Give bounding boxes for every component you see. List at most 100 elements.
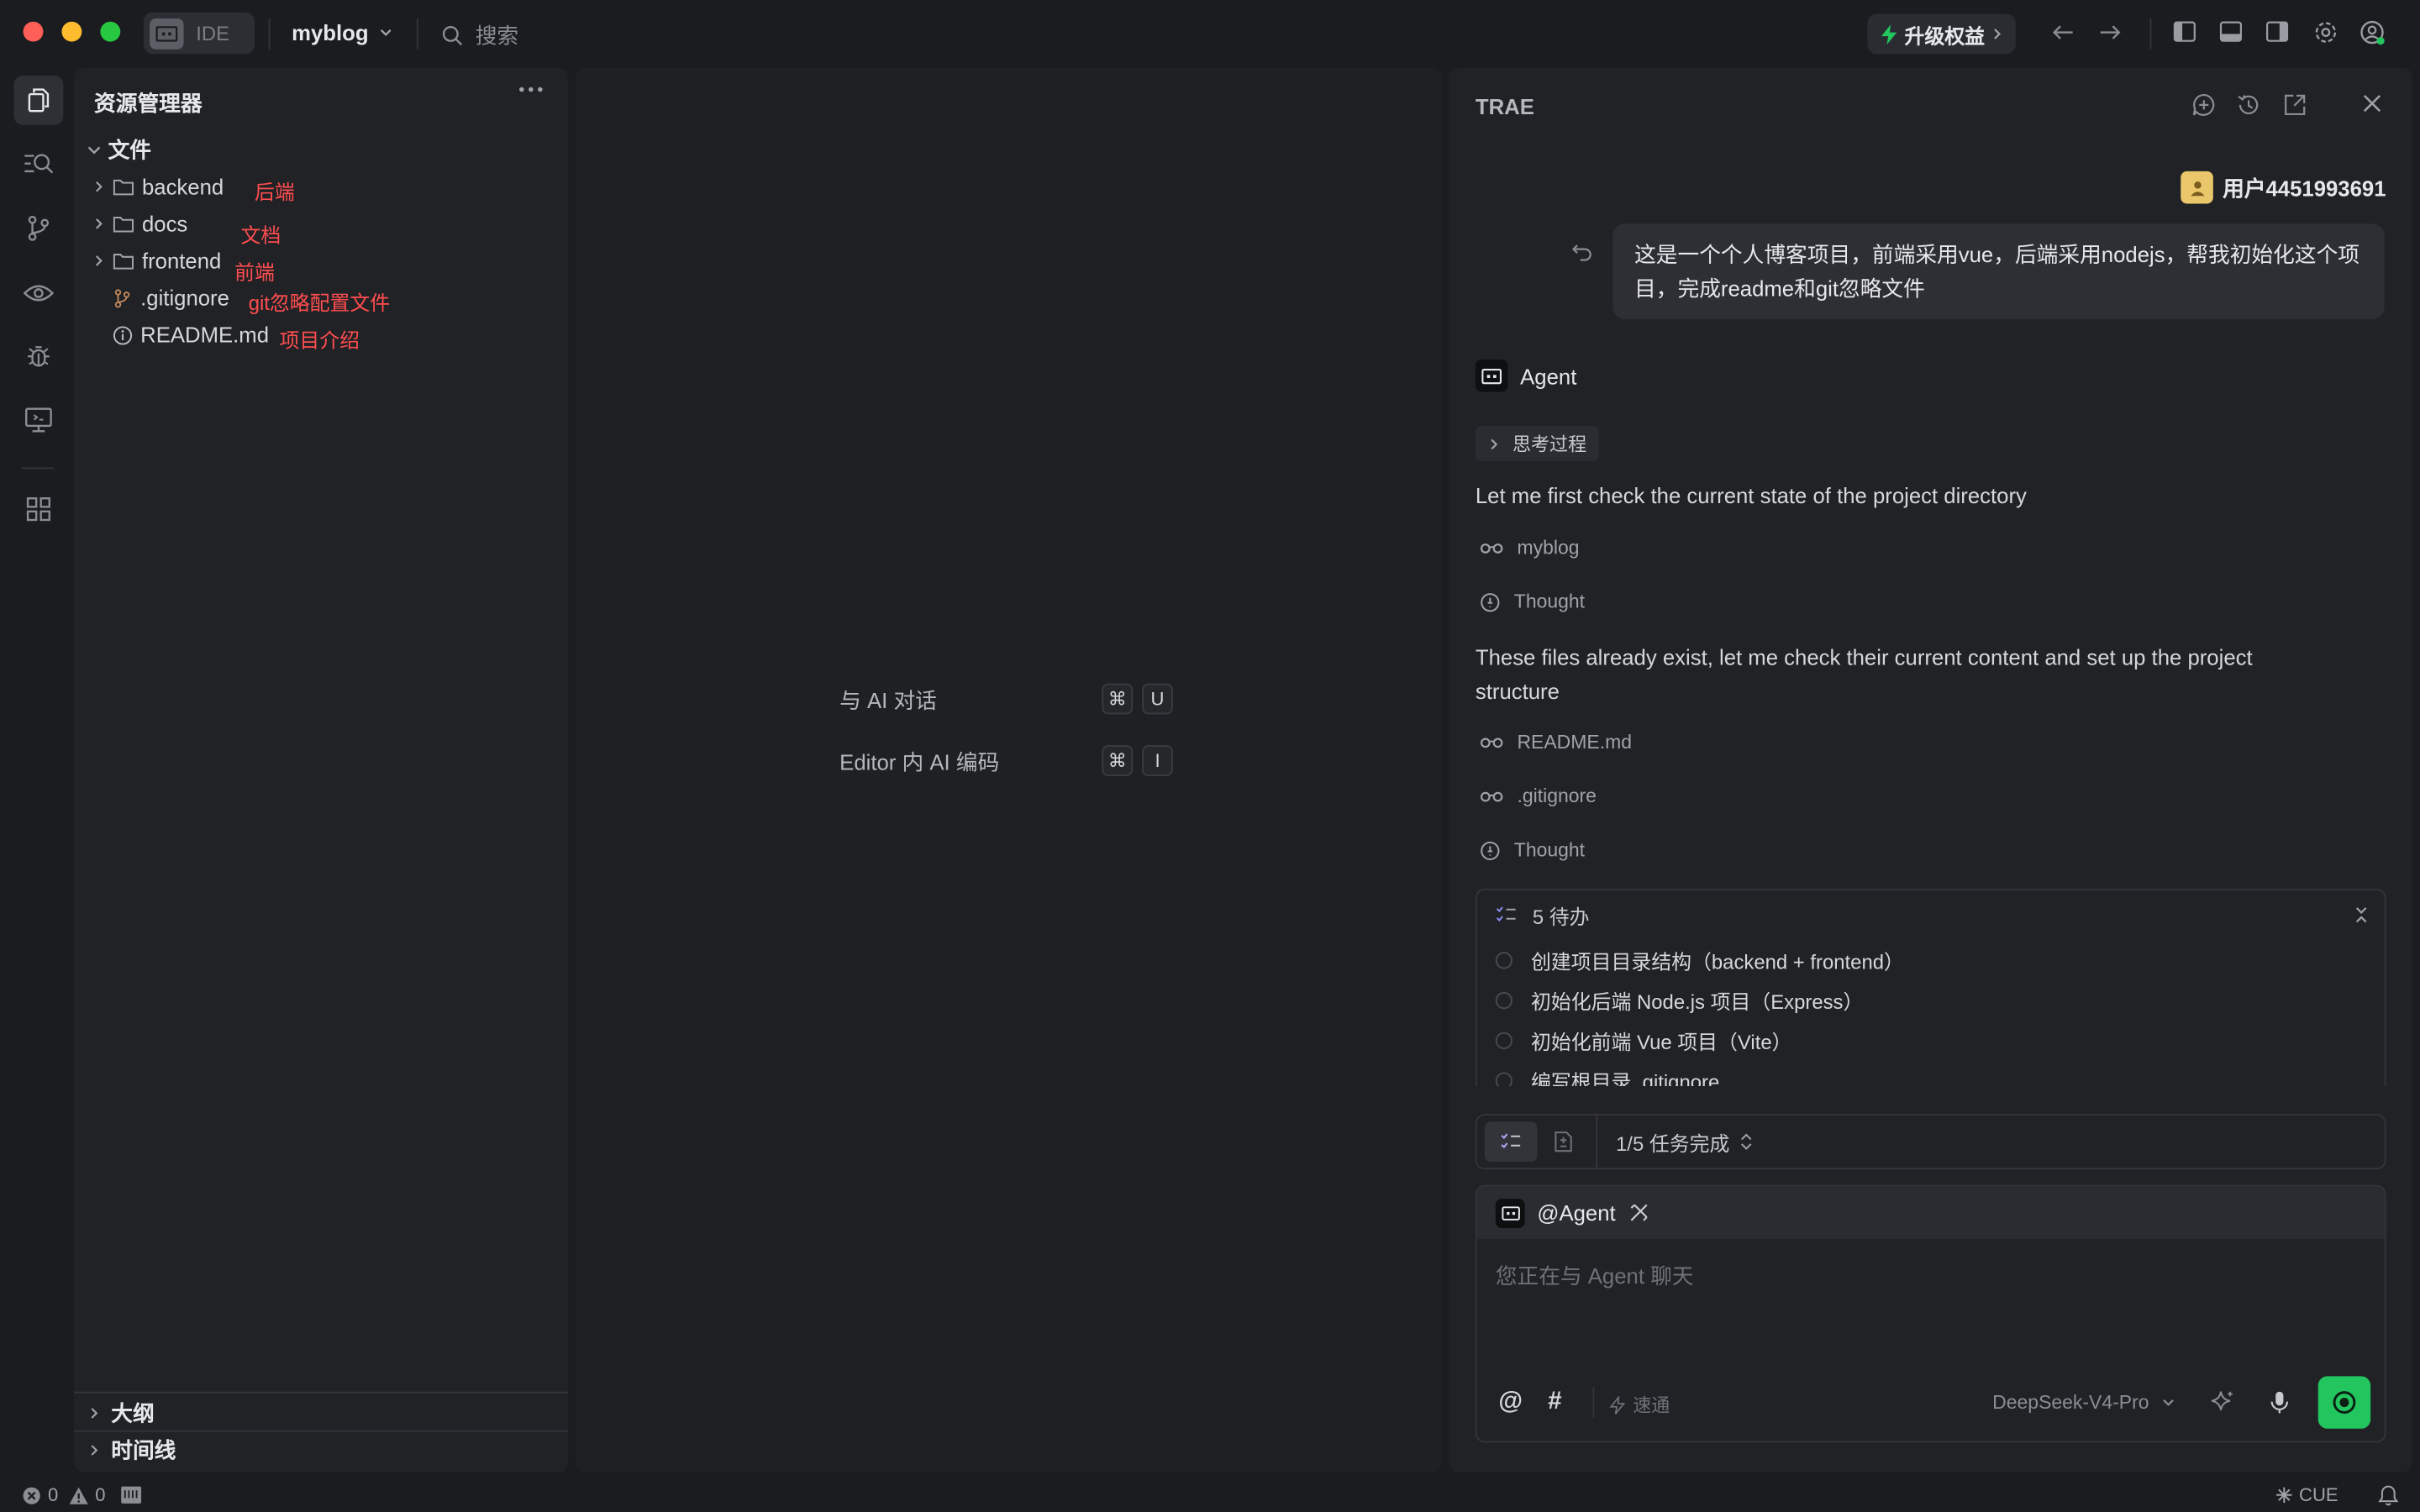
send-button[interactable] bbox=[2317, 1376, 2371, 1429]
close-icon bbox=[2363, 94, 2381, 113]
tree-item-frontend[interactable]: frontend bbox=[90, 244, 221, 277]
undo-message-button[interactable] bbox=[1571, 241, 1593, 263]
todo-item[interactable]: 初始化前端 Vue 项目（Vite） bbox=[1477, 1020, 2385, 1060]
tree-item-gitignore[interactable]: .gitignore bbox=[113, 281, 229, 314]
maximize-window-button[interactable] bbox=[100, 21, 121, 42]
activity-extensions[interactable] bbox=[14, 485, 64, 534]
todo-item[interactable]: 编写根目录 .gitignore bbox=[1477, 1060, 2385, 1087]
git-icon bbox=[114, 288, 130, 307]
hashtag-button[interactable]: # bbox=[1548, 1389, 1561, 1416]
open-external-button[interactable] bbox=[2282, 92, 2307, 117]
upgrade-button[interactable]: 升级权益 bbox=[1867, 13, 2016, 55]
arrow-right-icon bbox=[2100, 25, 2121, 39]
notifications-button[interactable] bbox=[2378, 1484, 2399, 1506]
gear-icon bbox=[2315, 22, 2337, 43]
voice-input-button[interactable] bbox=[2269, 1390, 2291, 1415]
tools-icon[interactable] bbox=[1628, 1202, 1649, 1224]
upgrade-label: 升级权益 bbox=[1904, 24, 1985, 48]
progress-selector[interactable]: 1/5 任务完成 bbox=[1616, 1127, 1753, 1157]
activity-explorer[interactable] bbox=[13, 75, 64, 125]
folder-icon bbox=[113, 216, 134, 233]
toggle-left-panel-button[interactable] bbox=[2173, 20, 2196, 44]
speed-label: 速通 bbox=[1633, 1394, 1670, 1417]
undo-icon bbox=[1571, 244, 1591, 261]
agent-name: Agent bbox=[1520, 363, 1577, 388]
activity-remote[interactable] bbox=[14, 395, 64, 444]
chat-input[interactable]: 您正在与 Agent 聊天 bbox=[1496, 1261, 1694, 1292]
user-header: 用户4451993691 bbox=[2181, 171, 2386, 204]
ide-label: IDE bbox=[196, 21, 230, 45]
divider bbox=[2149, 18, 2152, 50]
tool-step-view-myblog[interactable]: myblog bbox=[1480, 537, 1579, 559]
explorer-panel: 资源管理器 文件 backend 后端 docs 文档 frontend 前端 … bbox=[74, 67, 568, 1473]
chevron-right-icon bbox=[1994, 29, 2002, 39]
speed-mode-toggle[interactable]: 速通 bbox=[1609, 1392, 1670, 1418]
back-button[interactable] bbox=[2051, 20, 2075, 45]
todo-checkbox[interactable] bbox=[1495, 1031, 1512, 1049]
activity-preview[interactable] bbox=[14, 269, 64, 318]
outline-section[interactable]: 大纲 bbox=[74, 1394, 568, 1431]
thought-step[interactable]: Thought bbox=[1480, 591, 1585, 612]
lightning-icon bbox=[1881, 24, 1897, 45]
account-button[interactable] bbox=[2360, 20, 2386, 46]
new-chat-button[interactable] bbox=[2191, 92, 2216, 117]
stop-record-icon bbox=[2333, 1391, 2356, 1414]
todo-item[interactable]: 创建项目目录结构（backend + frontend） bbox=[1477, 940, 2385, 980]
activity-debug[interactable] bbox=[14, 332, 64, 381]
todo-item[interactable]: 初始化后端 Node.js 项目（Express） bbox=[1477, 979, 2385, 1020]
toggle-bottom-panel-button[interactable] bbox=[2219, 20, 2243, 44]
close-chat-button[interactable] bbox=[2361, 92, 2383, 114]
sidebar-left-icon bbox=[2173, 21, 2196, 42]
divider bbox=[1592, 1387, 1595, 1418]
enhance-prompt-button[interactable] bbox=[2210, 1390, 2234, 1415]
model-name: DeepSeek-V4-Pro bbox=[1992, 1391, 2149, 1414]
todo-label: 初始化后端 Node.js 项目（Express） bbox=[1531, 990, 1864, 1013]
timeline-label: 时间线 bbox=[111, 1437, 176, 1463]
warning-icon bbox=[69, 1486, 88, 1504]
activity-source-control[interactable] bbox=[14, 203, 64, 253]
tool-step-view-readme[interactable]: README.md bbox=[1480, 732, 1632, 753]
todo-checkbox[interactable] bbox=[1495, 951, 1512, 969]
more-options-button[interactable] bbox=[518, 85, 543, 94]
divider bbox=[21, 467, 55, 470]
composer-agent-header: @Agent bbox=[1476, 1186, 2385, 1239]
timeline-section[interactable]: 时间线 bbox=[74, 1431, 568, 1468]
collapse-todo-button[interactable] bbox=[2354, 906, 2369, 924]
ide-mode-badge[interactable]: IDE bbox=[143, 12, 255, 55]
todo-checkbox[interactable] bbox=[1495, 1071, 1512, 1087]
search-box[interactable]: 搜索 bbox=[441, 20, 518, 51]
file-view-tab[interactable] bbox=[1537, 1121, 1589, 1162]
mention-button[interactable]: @ bbox=[1498, 1389, 1523, 1416]
settings-button[interactable] bbox=[2313, 20, 2338, 45]
project-switcher[interactable]: myblog bbox=[292, 20, 393, 45]
tree-item-docs[interactable]: docs bbox=[90, 207, 187, 240]
thought-step[interactable]: Thought bbox=[1480, 839, 1585, 861]
bell-icon bbox=[2378, 1485, 2399, 1506]
info-icon bbox=[113, 325, 133, 344]
tree-item-readme[interactable]: README.md bbox=[113, 318, 269, 351]
agent-message: These files already exist, let me check … bbox=[1475, 644, 2253, 704]
sparkle-icon bbox=[2211, 1391, 2233, 1410]
tool-step-view-gitignore[interactable]: .gitignore bbox=[1480, 785, 1597, 807]
task-progress-bar: 1/5 任务完成 bbox=[1475, 1114, 2386, 1170]
tree-root-files[interactable]: 文件 bbox=[83, 133, 151, 166]
problems-indicator[interactable]: 0 0 bbox=[22, 1484, 143, 1506]
avatar bbox=[2181, 171, 2214, 204]
toggle-right-panel-button[interactable] bbox=[2265, 20, 2289, 44]
tree-item-backend[interactable]: backend bbox=[90, 170, 224, 203]
minimize-window-button[interactable] bbox=[61, 21, 82, 42]
close-window-button[interactable] bbox=[23, 21, 44, 42]
todo-label: 初始化前端 Vue 项目（Vite） bbox=[1531, 1029, 1792, 1053]
activity-search[interactable] bbox=[14, 139, 64, 188]
todo-checkbox[interactable] bbox=[1495, 991, 1512, 1009]
agent-icon bbox=[1495, 1198, 1525, 1228]
glasses-icon bbox=[1480, 738, 1503, 748]
todo-view-tab[interactable] bbox=[1484, 1121, 1538, 1163]
forward-button[interactable] bbox=[2097, 20, 2122, 45]
search-icon bbox=[442, 25, 463, 46]
model-selector[interactable]: DeepSeek-V4-Pro bbox=[1992, 1391, 2176, 1414]
history-button[interactable] bbox=[2236, 92, 2260, 117]
progress-label: 1/5 任务完成 bbox=[1616, 1131, 1730, 1155]
cue-indicator[interactable]: CUE bbox=[2275, 1484, 2338, 1506]
thinking-process-toggle[interactable]: 思考过程 bbox=[1475, 425, 1599, 462]
